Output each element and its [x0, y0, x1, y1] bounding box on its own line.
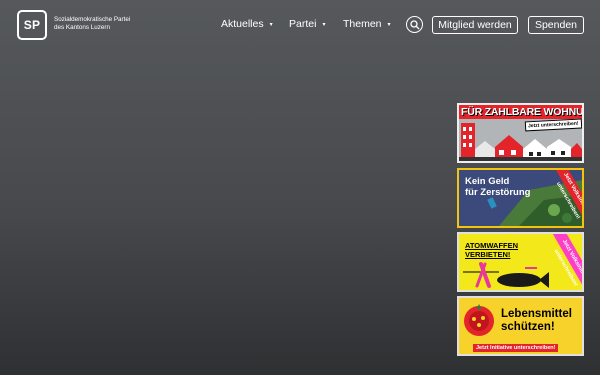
nav-themen-label: Themen: [343, 18, 382, 30]
banner-cta: Jetzt Initiative unterschreiben!: [473, 344, 559, 352]
logo-text[interactable]: Sozialdemokratische Partei des Kantons L…: [54, 16, 144, 32]
become-member-button[interactable]: Mitglied werden: [432, 16, 518, 34]
chevron-down-icon: ▾: [269, 21, 273, 28]
chevron-down-icon: ▾: [387, 21, 391, 28]
houses-illustration: [459, 123, 582, 161]
nav-partei[interactable]: Partei ▾: [289, 18, 325, 30]
become-member-label: Mitglied werden: [438, 19, 512, 31]
ban-nuclear-weapons-banner[interactable]: ATOMWAFFEN VERBIETEN! Jetzt Volksinitiat…: [457, 232, 584, 292]
banner-headline: Kein Geld für Zerstörung: [465, 176, 531, 198]
banner-line-2: für Zerstörung: [465, 186, 531, 198]
logo-line-1: Sozialdemokratische Partei: [54, 16, 131, 23]
banner-headline: Lebensmittel schützen!: [501, 308, 572, 333]
chevron-down-icon: ▾: [322, 21, 326, 28]
logo-line-2: des Kantons Luzern: [54, 24, 111, 31]
nav-aktuelles-label: Aktuelles: [221, 18, 264, 30]
logo-mark: SP: [23, 18, 41, 32]
search-button[interactable]: [406, 16, 423, 33]
no-money-for-destruction-banner[interactable]: Kein Geld für Zerstörung Jetzt Volksinit…: [457, 168, 584, 228]
search-icon: [410, 20, 420, 30]
banner-line-1: Lebensmittel: [501, 308, 572, 320]
banner-line-1: Kein Geld: [465, 176, 510, 187]
housing-initiative-banner[interactable]: FÜR ZAHLBARE WOHNUNGEN Jetzt unterschrei…: [457, 103, 584, 163]
nav-themen[interactable]: Themen ▾: [343, 18, 391, 30]
banner-line-2: schützen!: [501, 320, 555, 333]
site-header: SP Sozialdemokratische Partei des Kanton…: [0, 0, 600, 50]
nav-partei-label: Partei: [289, 18, 317, 30]
donate-label: Spenden: [534, 19, 578, 31]
donate-button[interactable]: Spenden: [528, 16, 584, 34]
nav-aktuelles[interactable]: Aktuelles ▾: [221, 18, 273, 30]
protect-food-banner[interactable]: Lebensmittel schützen! Jetzt Initiative …: [457, 296, 584, 356]
sp-logo[interactable]: SP: [17, 10, 47, 40]
